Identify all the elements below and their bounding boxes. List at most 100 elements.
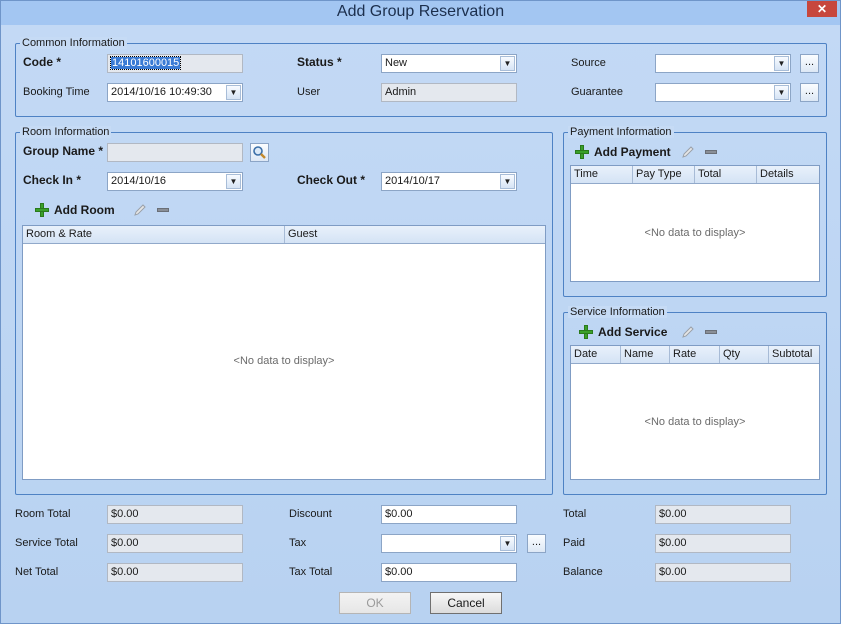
remove-payment-minus-icon[interactable]: [705, 150, 717, 154]
total-field: $0.00: [655, 505, 791, 524]
tax-total-label: Tax Total: [289, 566, 333, 578]
ok-button[interactable]: OK: [339, 592, 411, 614]
booking-time-field[interactable]: 2014/10/16 10:49:30 ▼: [107, 83, 243, 102]
guarantee-select[interactable]: ▼: [655, 83, 791, 102]
discount-label: Discount: [289, 508, 332, 520]
tax-total-field[interactable]: $0.00: [381, 563, 517, 582]
plus-icon: [579, 325, 593, 339]
service-information-legend: Service Information: [568, 306, 667, 318]
check-out-dropdown-icon[interactable]: ▼: [500, 174, 515, 189]
service-grid[interactable]: Date Name Rate Qty Subtotal <No data to …: [570, 345, 820, 480]
payment-grid[interactable]: Time Pay Type Total Details <No data to …: [570, 165, 820, 282]
check-in-label: Check In *: [23, 173, 82, 187]
balance-field: $0.00: [655, 563, 791, 582]
guarantee-ellipsis-button[interactable]: ...: [800, 83, 819, 102]
add-group-reservation-dialog: Add Group Reservation ✕ Common Informati…: [0, 0, 841, 624]
edit-room-pencil-icon[interactable]: [132, 202, 148, 218]
check-out-value: 2014/10/17: [385, 175, 441, 187]
net-total-label: Net Total: [15, 566, 59, 578]
add-payment-button[interactable]: Add Payment: [575, 143, 671, 161]
remove-room-minus-icon[interactable]: [157, 208, 169, 212]
tax-dropdown-icon[interactable]: ▼: [500, 536, 515, 551]
discount-field[interactable]: $0.00: [381, 505, 517, 524]
close-button[interactable]: ✕: [807, 1, 837, 17]
user-field: Admin: [381, 83, 517, 102]
dialog-title: Add Group Reservation: [336, 3, 505, 20]
booking-time-dropdown-icon[interactable]: ▼: [226, 85, 241, 100]
net-total-field: $0.00: [107, 563, 243, 582]
tax-total-value: $0.00: [385, 566, 413, 578]
status-value: New: [385, 57, 408, 69]
add-room-button[interactable]: Add Room: [35, 201, 115, 219]
status-select[interactable]: New ▼: [381, 54, 517, 73]
service-total-value: $0.00: [111, 537, 139, 549]
booking-time-value: 2014/10/16 10:49:30: [111, 86, 212, 98]
room-total-field: $0.00: [107, 505, 243, 524]
total-value: $0.00: [659, 508, 687, 520]
source-ellipsis-button[interactable]: ...: [800, 54, 819, 73]
tax-select[interactable]: ▼: [381, 534, 517, 553]
status-dropdown-icon[interactable]: ▼: [500, 56, 515, 71]
tax-ellipsis-button[interactable]: ...: [527, 534, 546, 553]
net-total-value: $0.00: [111, 566, 139, 578]
payment-grid-empty-text: <No data to display>: [644, 227, 746, 239]
code-label: Code *: [23, 55, 62, 69]
balance-value: $0.00: [659, 566, 687, 578]
room-total-label: Room Total: [15, 508, 71, 520]
status-label: Status *: [297, 55, 342, 69]
plus-icon: [575, 145, 589, 159]
total-label: Total: [563, 508, 587, 520]
add-payment-label: Add Payment: [594, 145, 671, 159]
guarantee-dropdown-icon[interactable]: ▼: [774, 85, 789, 100]
payment-grid-col-total[interactable]: Total: [695, 166, 757, 183]
group-name-field[interactable]: [107, 143, 243, 162]
cancel-button[interactable]: Cancel: [430, 592, 502, 614]
service-grid-col-qty[interactable]: Qty: [720, 346, 769, 363]
room-grid-col-guest[interactable]: Guest: [285, 226, 547, 243]
booking-time-label: Booking Time: [23, 86, 90, 98]
code-field[interactable]: 14101600015: [107, 54, 243, 73]
check-in-field[interactable]: 2014/10/16 ▼: [107, 172, 243, 191]
remove-service-minus-icon[interactable]: [705, 330, 717, 334]
source-select[interactable]: ▼: [655, 54, 791, 73]
payment-grid-col-time[interactable]: Time: [571, 166, 633, 183]
add-service-label: Add Service: [598, 325, 668, 339]
room-information-legend: Room Information: [20, 126, 112, 138]
paid-field: $0.00: [655, 534, 791, 553]
source-dropdown-icon[interactable]: ▼: [774, 56, 789, 71]
room-grid-empty-text: <No data to display>: [233, 355, 335, 367]
balance-label: Balance: [563, 566, 603, 578]
payment-information-legend: Payment Information: [568, 126, 674, 138]
service-grid-header: Date Name Rate Qty Subtotal: [571, 346, 819, 364]
check-out-field[interactable]: 2014/10/17 ▼: [381, 172, 517, 191]
service-grid-col-date[interactable]: Date: [571, 346, 621, 363]
payment-grid-col-pay-type[interactable]: Pay Type: [633, 166, 695, 183]
edit-payment-pencil-icon[interactable]: [680, 144, 696, 160]
service-grid-col-rate[interactable]: Rate: [670, 346, 720, 363]
guarantee-label: Guarantee: [571, 86, 623, 98]
room-grid-header: Room & Rate Guest: [23, 226, 545, 244]
code-value: 14101600015: [109, 56, 182, 70]
paid-label: Paid: [563, 537, 586, 549]
add-service-button[interactable]: Add Service: [579, 323, 667, 341]
service-total-field: $0.00: [107, 534, 243, 553]
check-in-dropdown-icon[interactable]: ▼: [226, 174, 241, 189]
check-in-value: 2014/10/16: [111, 175, 167, 187]
add-room-label: Add Room: [54, 203, 115, 217]
group-name-label: Group Name *: [23, 144, 104, 158]
common-information-legend: Common Information: [20, 37, 127, 49]
service-grid-col-name[interactable]: Name: [621, 346, 670, 363]
service-grid-empty-text: <No data to display>: [644, 416, 746, 428]
payment-grid-col-details[interactable]: Details: [757, 166, 819, 183]
source-label: Source: [571, 57, 606, 69]
edit-service-pencil-icon[interactable]: [680, 324, 696, 340]
paid-value: $0.00: [659, 537, 687, 549]
service-grid-col-subtotal[interactable]: Subtotal: [769, 346, 819, 363]
tax-label: Tax: [289, 537, 307, 549]
check-out-label: Check Out *: [297, 173, 366, 187]
discount-value: $0.00: [385, 508, 413, 520]
room-grid-col-room-rate[interactable]: Room & Rate: [23, 226, 285, 243]
plus-icon: [35, 203, 49, 217]
room-grid[interactable]: Room & Rate Guest <No data to display>: [22, 225, 546, 480]
group-search-button[interactable]: [250, 143, 269, 162]
